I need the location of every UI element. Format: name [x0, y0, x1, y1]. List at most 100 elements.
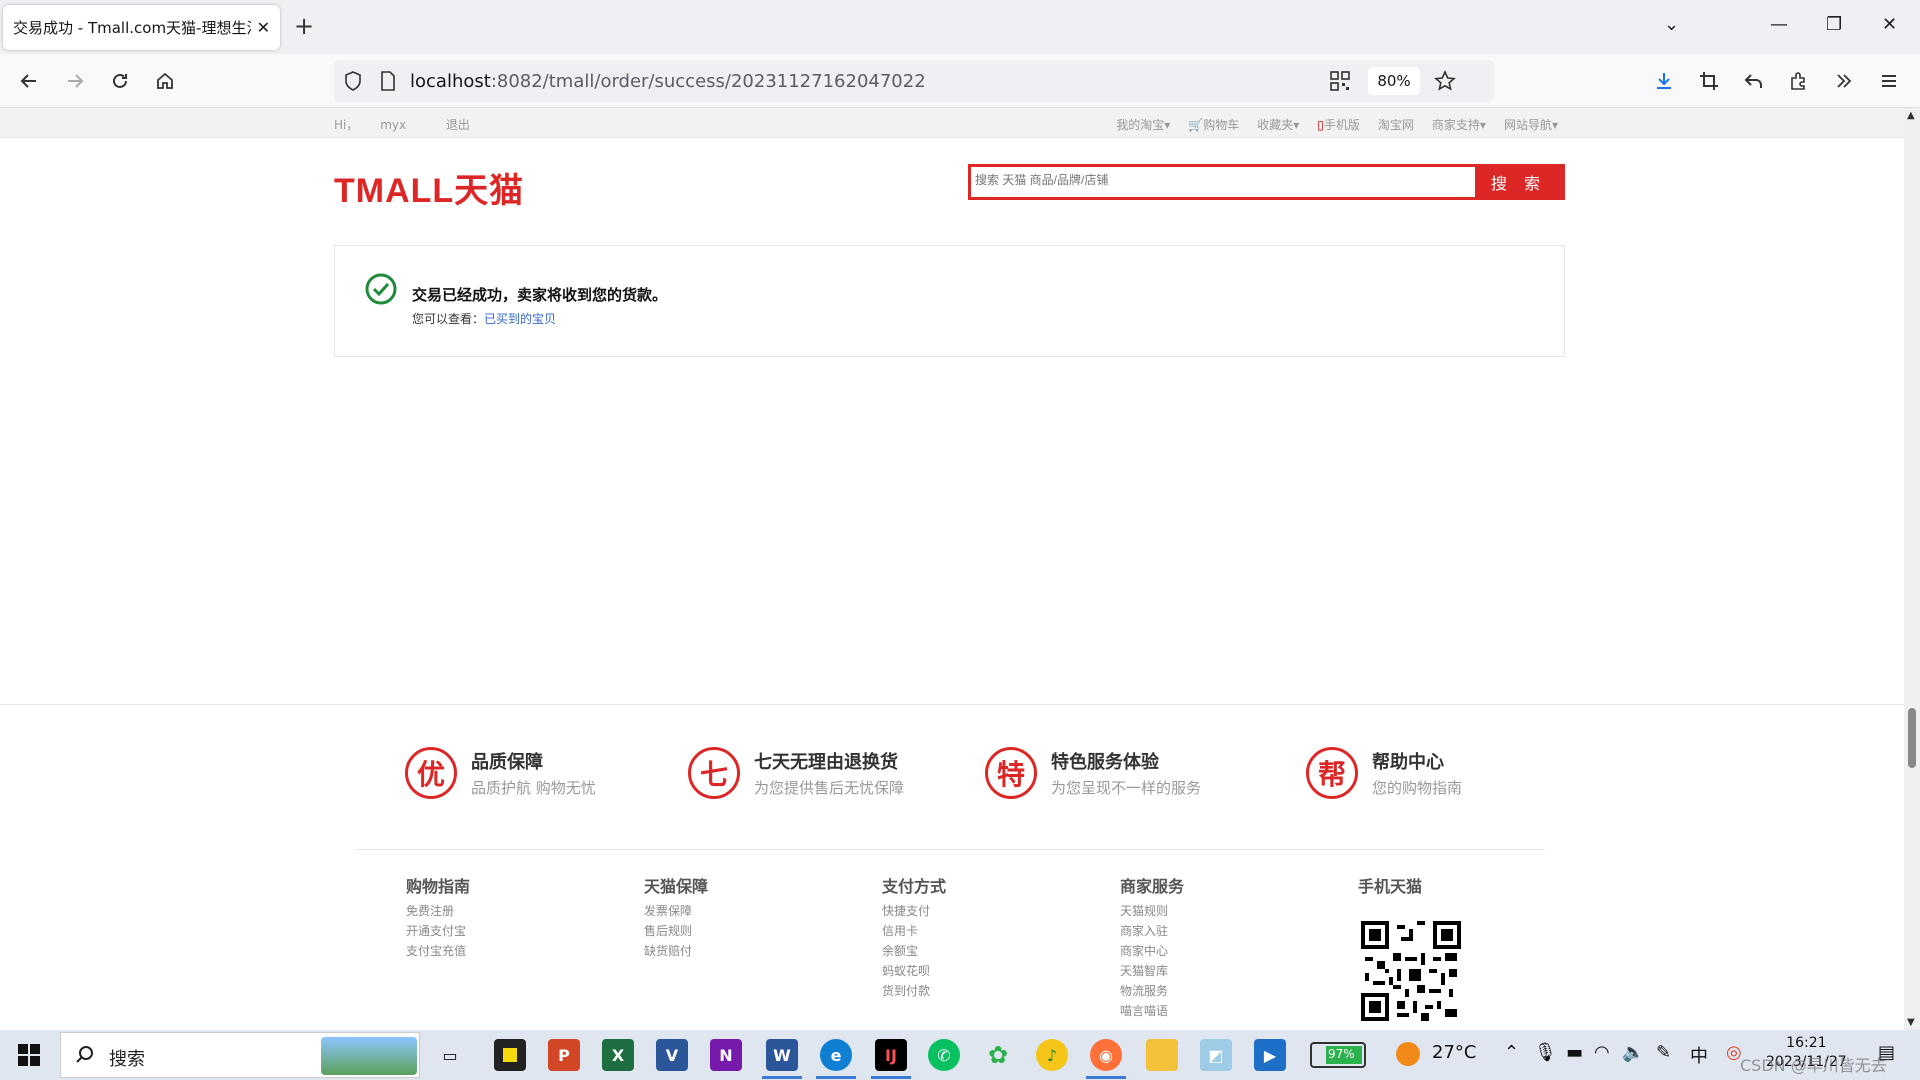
paw-app-icon[interactable]: ✿	[982, 1039, 1014, 1071]
pen-icon[interactable]: ✎	[1656, 1042, 1671, 1063]
footer-col-merchant: 商家服务 天猫规则 商家入驻 商家中心 天猫智库 物流服务 喵言喵语	[1120, 873, 1184, 1021]
scrollbar-thumb[interactable]	[1908, 708, 1916, 768]
task-view-icon[interactable]: ▭	[434, 1039, 466, 1071]
url-bar[interactable]: localhost:8082/tmall/order/success/20231…	[334, 60, 1494, 102]
footer-link[interactable]: 天猫智库	[1120, 961, 1184, 981]
taskbar-search-box[interactable]: 搜索	[60, 1032, 420, 1078]
minimize-icon[interactable]: —	[1770, 14, 1788, 35]
nav-cart[interactable]: 🛒购物车	[1188, 116, 1239, 133]
volume-icon[interactable]: 🔈	[1622, 1042, 1644, 1063]
footer-link[interactable]: 信用卡	[882, 921, 946, 941]
battery-indicator[interactable]: 97%	[1310, 1042, 1366, 1068]
notification-icon[interactable]: ▤	[1878, 1042, 1895, 1063]
shield-icon[interactable]	[344, 71, 362, 95]
scroll-up-icon[interactable]: ▲	[1907, 110, 1915, 121]
footer-link[interactable]: 天猫规则	[1120, 901, 1184, 921]
bookmark-star-icon[interactable]	[1434, 70, 1456, 96]
footer-link[interactable]: 缺货赔付	[644, 941, 708, 961]
footer-col-title: 购物指南	[406, 877, 471, 896]
nav-favorites[interactable]: 收藏夹▾	[1257, 116, 1299, 133]
scroll-down-icon[interactable]: ▼	[1907, 1017, 1915, 1028]
downloads-icon[interactable]	[1651, 68, 1677, 94]
weather-icon[interactable]	[1396, 1042, 1420, 1066]
screenshot-icon[interactable]	[1696, 68, 1722, 94]
tmall-logo[interactable]: TMALL天猫	[334, 163, 524, 212]
guarantee-subtitle: 为您提供售后无忧保障	[754, 779, 905, 797]
microphone-icon[interactable]: 🎙	[1534, 1042, 1557, 1063]
restore-icon[interactable]: ❐	[1826, 14, 1842, 35]
success-hint: 您可以查看：已买到的宝贝	[412, 310, 556, 327]
weather-temperature[interactable]: 27°C	[1432, 1042, 1476, 1063]
intellij-icon[interactable]: IJ	[875, 1039, 907, 1071]
nav-site-map[interactable]: 网站导航▾	[1504, 116, 1558, 133]
guarantee-seven-day-return[interactable]: 七 七天无理由退换货 为您提供售后无忧保障	[688, 747, 904, 799]
nav-mobile[interactable]: ▯手机版	[1317, 116, 1360, 133]
menu-icon[interactable]	[1876, 68, 1902, 94]
input-method-indicator[interactable]: 中	[1690, 1042, 1708, 1068]
qrcode-icon[interactable]	[1330, 71, 1350, 95]
url-text[interactable]: localhost:8082/tmall/order/success/20231…	[410, 71, 926, 92]
new-tab-icon[interactable]: +	[294, 14, 314, 38]
browser-tab[interactable]: 交易成功 - Tmall.com天猫-理想生活上天猫 ✕	[3, 5, 280, 50]
onenote-icon[interactable]: N	[710, 1039, 742, 1071]
forward-icon[interactable]	[62, 68, 88, 94]
guarantee-help-center[interactable]: 帮 帮助中心 您的购物指南	[1306, 747, 1462, 799]
wechat-icon[interactable]: ✆	[928, 1039, 960, 1071]
tab-close-icon[interactable]: ✕	[257, 18, 270, 37]
footer-link[interactable]: 商家入驻	[1120, 921, 1184, 941]
guarantee-special-service[interactable]: 特 特色服务体验 为您呈现不一样的服务	[985, 747, 1201, 799]
wifi-icon[interactable]: ◠	[1594, 1042, 1610, 1063]
zoom-level-button[interactable]: 80%	[1368, 67, 1420, 95]
guarantee-title: 帮助中心	[1372, 752, 1444, 773]
search-input[interactable]	[975, 173, 1465, 187]
music-app-icon[interactable]: ♪	[1036, 1039, 1068, 1071]
close-window-icon[interactable]: ✕	[1882, 14, 1897, 35]
logout-link[interactable]: 退出	[446, 118, 470, 132]
show-hidden-icons[interactable]: ⌃	[1504, 1042, 1519, 1063]
footer-link[interactable]: 发票保障	[644, 901, 708, 921]
footer-link[interactable]: 蚂蚁花呗	[882, 961, 946, 981]
excel-icon[interactable]: X	[602, 1039, 634, 1071]
footer-link[interactable]: 余额宝	[882, 941, 946, 961]
guarantee-quality[interactable]: 优 品质保障 品质护航 购物无忧	[405, 747, 596, 799]
purchased-items-link[interactable]: 已买到的宝贝	[484, 312, 556, 326]
footer-link[interactable]: 快捷支付	[882, 901, 946, 921]
site-footer: 优 品质保障 品质护航 购物无忧 七 七天无理由退换货 为您提供售后无忧保障 特 特…	[0, 704, 1904, 1030]
nav-my-taobao[interactable]: 我的淘宝▾	[1116, 116, 1170, 133]
more-tools-icon[interactable]	[1831, 68, 1857, 94]
firefox-icon[interactable]: ◉	[1090, 1039, 1122, 1071]
footer-link[interactable]: 售后规则	[644, 921, 708, 941]
footer-link[interactable]: 货到付款	[882, 981, 946, 1001]
extensions-icon[interactable]	[1786, 68, 1812, 94]
page-scrollbar[interactable]: ▲ ▼	[1904, 108, 1920, 1030]
windows-start-icon[interactable]	[18, 1044, 40, 1066]
media-player-icon[interactable]: ▶	[1254, 1039, 1286, 1071]
page-icon[interactable]	[380, 71, 396, 95]
username-link[interactable]: myx	[380, 118, 406, 132]
footer-link[interactable]: 开通支付宝	[406, 921, 470, 941]
battery-tray-icon[interactable]: ▬	[1566, 1042, 1583, 1063]
remote-desktop-icon[interactable]: ◩	[1200, 1039, 1232, 1071]
footer-link[interactable]: 免费注册	[406, 901, 470, 921]
undo-icon[interactable]	[1741, 68, 1767, 94]
back-icon[interactable]	[16, 68, 42, 94]
nav-merchant-support[interactable]: 商家支持▾	[1432, 116, 1486, 133]
footer-link[interactable]: 商家中心	[1120, 941, 1184, 961]
footer-link[interactable]: 物流服务	[1120, 981, 1184, 1001]
nav-taobao[interactable]: 淘宝网	[1378, 116, 1414, 133]
file-explorer-icon[interactable]	[1146, 1039, 1178, 1071]
reload-icon[interactable]	[107, 68, 133, 94]
word-icon[interactable]: W	[766, 1039, 798, 1071]
home-icon[interactable]	[152, 68, 178, 94]
url-path: :8082/tmall/order/success/20231127162047…	[490, 71, 926, 92]
footer-link[interactable]: 支付宝充值	[406, 941, 470, 961]
powerpoint-icon[interactable]: P	[548, 1039, 580, 1071]
footer-link[interactable]: 喵言喵语	[1120, 1001, 1184, 1021]
search-button[interactable]: 搜 索	[1475, 167, 1562, 197]
intellij-active-indicator	[871, 1076, 911, 1079]
visio-icon[interactable]: V	[656, 1039, 688, 1071]
tab-list-icon[interactable]: ⌄	[1664, 14, 1679, 35]
edge-icon[interactable]: e	[820, 1039, 852, 1071]
browser-navbar: localhost:8082/tmall/order/success/20231…	[0, 54, 1920, 108]
sticky-notes-icon[interactable]	[494, 1039, 526, 1071]
